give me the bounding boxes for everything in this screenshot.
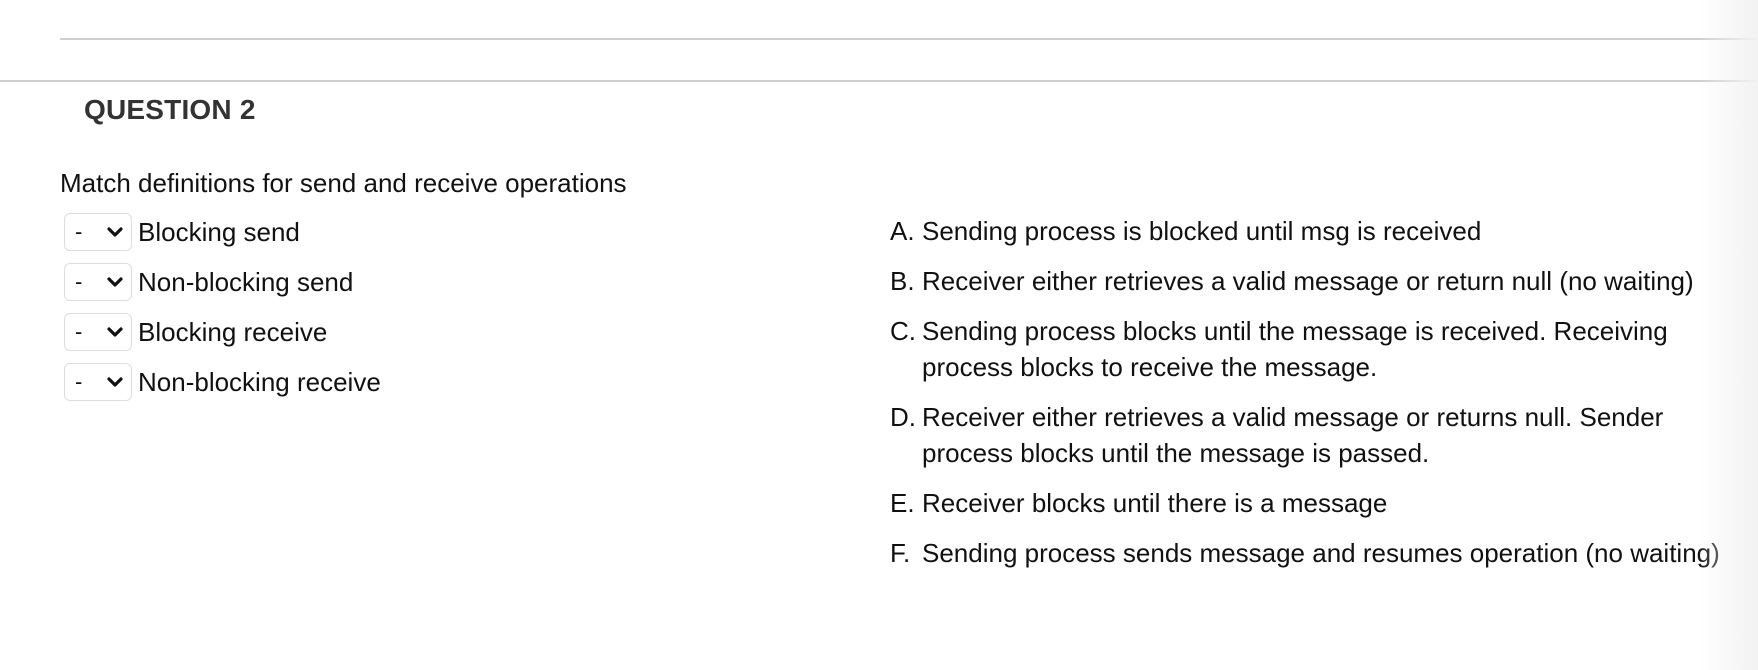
answer-text: Receiver blocks until there is a message [922,488,1388,518]
answer-text: Receiver either retrieves a valid messag… [922,402,1664,468]
answer-letter: D. [890,402,916,432]
prompt-list: - Blocking send - Non-blocking send - Bl… [64,213,381,413]
answer-letter: C. [890,316,916,346]
prompt-row: - Non-blocking receive [64,363,381,401]
answer-letter: B. [890,266,915,296]
match-select-blocking-send[interactable]: - [64,213,132,251]
match-select-non-blocking-send[interactable]: - [64,263,132,301]
answer-item: B. Receiver either retrieves a valid mes… [890,263,1720,299]
answer-item: A. Sending process is blocked until msg … [890,213,1720,249]
chevron-down-icon [106,225,124,239]
answer-text: Sending process sends message and resume… [922,538,1720,568]
prompt-label: Blocking send [138,216,300,247]
answer-item: E. Receiver blocks until there is a mess… [890,485,1720,521]
prompt-label: Non-blocking receive [138,366,381,397]
question-title: QUESTION 2 [84,94,256,125]
prompt-row: - Non-blocking send [64,263,381,301]
answer-letter: F. [890,538,911,568]
match-select-non-blocking-receive[interactable]: - [64,363,132,401]
prompt-row: - Blocking send [64,213,381,251]
prompt-label: Blocking receive [138,316,328,347]
answer-text: Sending process is blocked until msg is … [922,216,1482,246]
prompt-label: Non-blocking send [138,266,354,297]
section-divider [0,80,1758,82]
match-select-blocking-receive[interactable]: - [64,313,132,351]
chevron-down-icon [106,325,124,339]
answer-text: Sending process blocks until the message… [922,316,1668,382]
select-value: - [75,269,83,294]
answer-item: C. Sending process blocks until the mess… [890,313,1720,385]
prompt-row: - Blocking receive [64,313,381,351]
answer-letter: E. [890,488,915,518]
select-value: - [75,319,83,344]
select-value: - [75,369,83,394]
select-value: - [75,219,83,244]
answer-letter: A. [890,216,915,246]
chevron-down-icon [106,275,124,289]
answer-item: F. Sending process sends message and res… [890,535,1720,571]
answer-item: D. Receiver either retrieves a valid mes… [890,399,1720,471]
answer-text: Receiver either retrieves a valid messag… [922,266,1694,296]
top-divider [60,38,1758,40]
chevron-down-icon [106,375,124,389]
question-instructions: Match definitions for send and receive o… [60,168,627,198]
answer-list: A. Sending process is blocked until msg … [890,213,1720,585]
